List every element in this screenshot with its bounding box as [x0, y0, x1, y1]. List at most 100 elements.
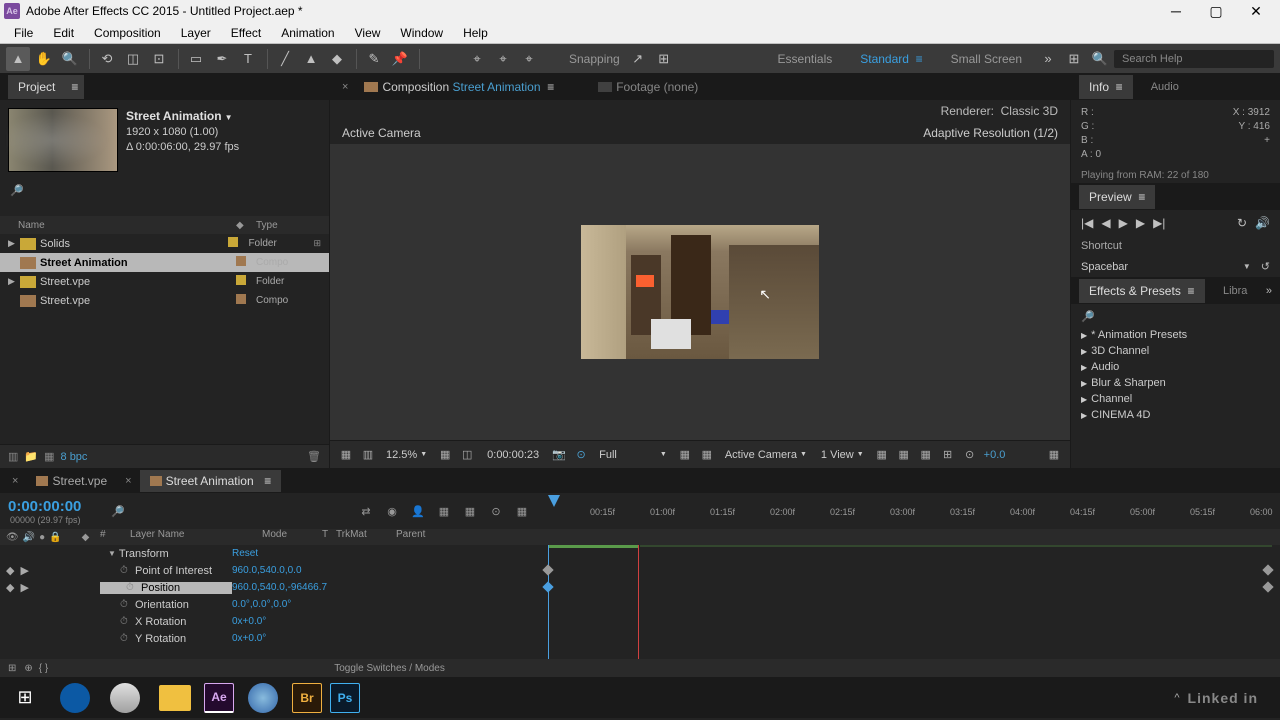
region-of-interest-icon[interactable]: ▦ — [677, 447, 693, 463]
eye-column-icon[interactable]: 👁 — [6, 532, 19, 543]
overflow-icon[interactable]: » — [1266, 285, 1272, 297]
toggle-switches-icon[interactable]: ⊞ — [0, 663, 24, 674]
interpret-footage-icon[interactable]: ▥ — [8, 450, 18, 463]
reset-exposure-icon[interactable]: ⊙ — [962, 447, 978, 463]
resolution-icon[interactable]: ▦ — [437, 447, 453, 463]
camera-view-dropdown[interactable]: Active Camera▼ — [721, 449, 811, 461]
effect-category-blur-sharpen[interactable]: ▶Blur & Sharpen — [1071, 375, 1280, 391]
project-item-street-animation[interactable]: Street Animation Compo — [0, 253, 329, 272]
start-button[interactable]: ⊞ — [4, 682, 46, 714]
property-value[interactable]: 0x+0.0° — [232, 616, 390, 627]
taskbar-app[interactable] — [242, 682, 284, 714]
new-folder-icon[interactable]: 📁 — [24, 450, 38, 463]
folder-twisty-icon[interactable]: ▶ — [8, 276, 20, 287]
renderer-dropdown[interactable]: Classic 3D — [1001, 104, 1058, 118]
dropdown-icon[interactable]: ▼ — [1243, 262, 1251, 271]
loop-icon[interactable]: ↻ — [1237, 216, 1247, 230]
mute-audio-icon[interactable]: 🔊 — [1255, 216, 1270, 230]
menu-window[interactable]: Window — [390, 24, 453, 42]
view-layout-dropdown[interactable]: 1 View▼ — [817, 449, 868, 461]
draft-3d-icon[interactable]: ◉ — [382, 501, 402, 521]
taskbar-bridge[interactable]: Br — [292, 683, 322, 713]
snapping-toggle[interactable]: Snapping — [563, 52, 626, 66]
property-orientation[interactable]: ⏱ Orientation 0.0°,0.0°,0.0° — [0, 596, 1280, 613]
axis-local-icon[interactable]: ⌖ — [465, 47, 489, 71]
taskbar-after-effects[interactable]: Ae — [204, 683, 234, 713]
stopwatch-icon[interactable]: ⏱ — [120, 599, 132, 610]
minimize-button[interactable]: ─ — [1156, 0, 1196, 22]
menu-layer[interactable]: Layer — [171, 24, 221, 42]
next-frame-button[interactable]: ▶ — [1136, 216, 1145, 230]
label-column-icon[interactable]: ◆ — [82, 532, 90, 543]
menu-file[interactable]: File — [4, 24, 43, 42]
close-tab-icon[interactable]: × — [338, 81, 352, 93]
column-name[interactable]: Name — [8, 220, 236, 231]
column-type[interactable]: Type — [256, 220, 321, 231]
workspace-essentials[interactable]: Essentials — [764, 48, 847, 70]
project-search-input[interactable] — [10, 197, 319, 212]
prev-key-icon[interactable]: ▶ — [20, 564, 28, 577]
snapshot-icon[interactable]: 📷 — [551, 447, 567, 463]
magnification-dropdown[interactable]: 12.5%▼ — [382, 449, 431, 461]
menu-edit[interactable]: Edit — [43, 24, 84, 42]
effects-presets-tab[interactable]: Effects & Presets ≡ — [1079, 279, 1205, 303]
libraries-tab[interactable]: Libra — [1223, 285, 1247, 297]
taskbar-browser[interactable] — [104, 682, 146, 714]
close-tab-icon[interactable]: × — [8, 475, 22, 487]
prev-frame-button[interactable]: ◀ — [1101, 216, 1110, 230]
play-button[interactable]: ▶ — [1119, 216, 1128, 230]
clone-stamp-tool[interactable]: ▲ — [299, 47, 323, 71]
property-value[interactable]: 0.0°,0.0°,0.0° — [232, 599, 390, 610]
rectangle-tool[interactable]: ▭ — [184, 47, 208, 71]
last-frame-button[interactable]: ▶| — [1153, 216, 1165, 230]
project-item-street-vpe-folder[interactable]: ▶ Street.vpe Folder — [0, 272, 329, 291]
speaker-column-icon[interactable]: 🔊 — [23, 532, 35, 543]
preview-tab[interactable]: Preview ≡ — [1079, 185, 1155, 209]
menu-effect[interactable]: Effect — [221, 24, 271, 42]
zoom-tool[interactable]: 🔍 — [58, 47, 82, 71]
selection-tool[interactable]: ▲ — [6, 47, 30, 71]
add-keyframe-icon[interactable]: ◆ — [6, 564, 14, 577]
taskbar-edge[interactable] — [54, 682, 96, 714]
folder-twisty-icon[interactable]: ▶ — [8, 238, 20, 249]
shortcut-dropdown[interactable]: Spacebar — [1081, 261, 1243, 273]
stopwatch-icon[interactable]: ⏱ — [126, 582, 138, 593]
toggle-switches-modes-button[interactable]: Toggle Switches / Modes — [334, 663, 445, 674]
channel-icon[interactable]: ⊙ — [573, 447, 589, 463]
timeline-ruler[interactable]: 00:15f01:00f01:15f02:00f02:15f03:00f03:1… — [540, 493, 1280, 529]
effect-category-cinema4d[interactable]: ▶CINEMA 4D — [1071, 407, 1280, 423]
column-label-icon[interactable]: ◆ — [236, 220, 256, 231]
workspace-standard[interactable]: Standard ≡ — [846, 48, 936, 70]
search-help-input[interactable]: Search Help — [1114, 50, 1274, 68]
comp-mini-flowchart-icon[interactable]: ⇄ — [356, 501, 376, 521]
roi-icon[interactable]: ◫ — [459, 447, 475, 463]
audio-tab[interactable]: Audio — [1143, 76, 1187, 98]
timeline-search-icon[interactable]: 🔎 — [111, 505, 125, 518]
property-value[interactable]: 960.0,540.0,0.0 — [232, 565, 390, 576]
workspace-small-screen[interactable]: Small Screen — [937, 48, 1036, 70]
snapping-options-icon[interactable]: ⊞ — [652, 47, 676, 71]
color-depth-toggle[interactable]: 8 bpc — [61, 451, 88, 463]
delete-icon[interactable]: 🗑 — [307, 450, 321, 463]
hide-shy-layers-icon[interactable]: 👤 — [408, 501, 428, 521]
flowchart-icon[interactable]: ⊞ — [313, 238, 321, 249]
keyframe-icon[interactable] — [1262, 564, 1273, 575]
timeline-button-icon[interactable]: ▦ — [918, 447, 934, 463]
prev-key-icon[interactable]: ▶ — [20, 581, 28, 594]
stopwatch-icon[interactable]: ⏱ — [120, 633, 132, 644]
motion-blur-icon[interactable]: ▦ — [460, 501, 480, 521]
effects-search-input[interactable] — [1098, 308, 1249, 323]
toggle-transparency-grid-icon[interactable]: ▥ — [360, 447, 376, 463]
info-tab[interactable]: Info ≡ — [1079, 75, 1133, 99]
property-value[interactable]: 960.0,540.0,-96466.7 — [232, 582, 390, 593]
resolution-dropdown[interactable]: Full▼ — [595, 449, 671, 461]
close-button[interactable]: ✕ — [1236, 0, 1276, 22]
property-group-transform[interactable]: ▼ Transform Reset — [0, 545, 1280, 562]
type-tool[interactable]: T — [236, 47, 260, 71]
puppet-tool[interactable]: 📌 — [388, 47, 412, 71]
project-tab[interactable]: Project — [8, 75, 65, 99]
effect-category-audio[interactable]: ▶Audio — [1071, 359, 1280, 375]
menu-view[interactable]: View — [345, 24, 391, 42]
menu-animation[interactable]: Animation — [271, 24, 344, 42]
property-position[interactable]: ◆▶ ⏱ Position 960.0,540.0,-96466.7 — [0, 579, 1280, 596]
